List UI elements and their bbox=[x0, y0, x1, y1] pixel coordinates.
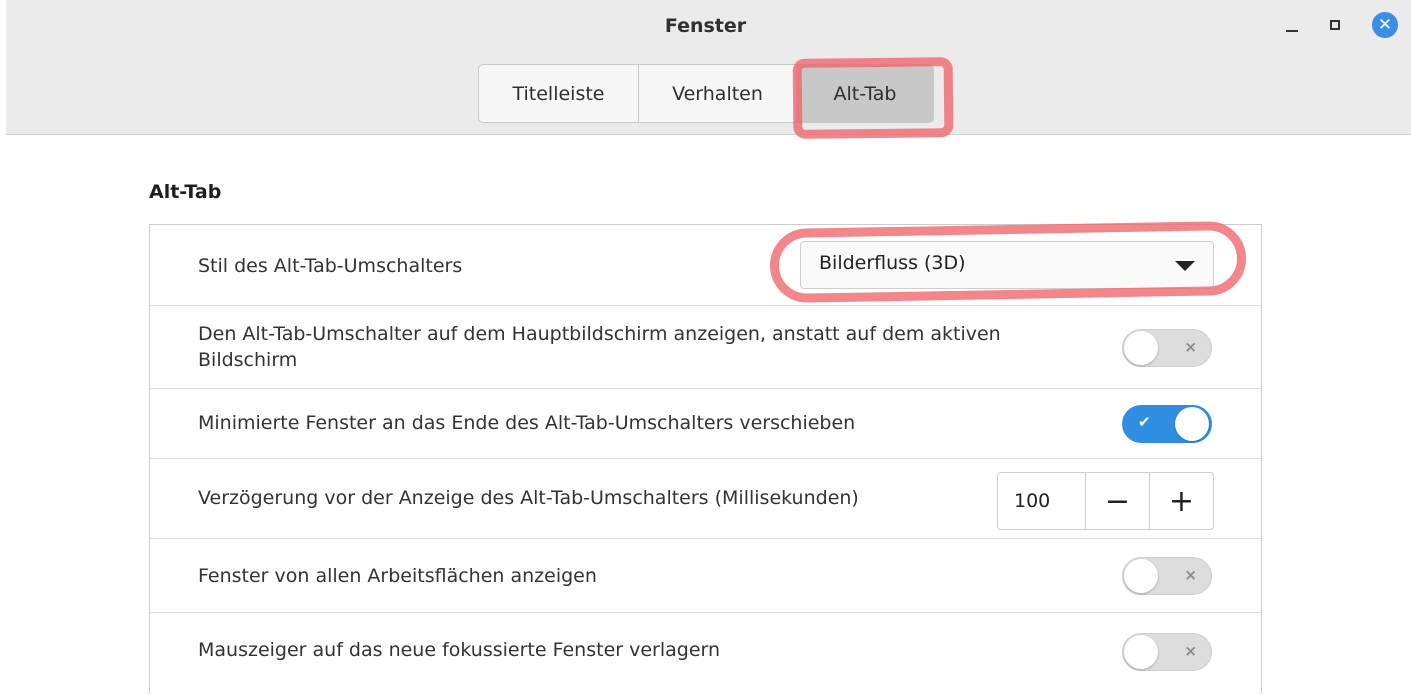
switcher-style-dropdown[interactable]: Bilderfluss (3D) bbox=[800, 241, 1214, 289]
setting-label: Minimierte Fenster an das Ende des Alt-T… bbox=[198, 412, 856, 434]
setting-label: Stil des Alt-Tab-Umschalters bbox=[198, 255, 463, 277]
minimize-button[interactable] bbox=[1277, 10, 1307, 40]
increment-button[interactable]: + bbox=[1149, 473, 1213, 529]
toggle-knob bbox=[1124, 559, 1158, 593]
decrement-button[interactable]: − bbox=[1086, 473, 1149, 529]
toggle-off-icon: × bbox=[1184, 566, 1197, 584]
toggle-knob bbox=[1124, 331, 1158, 365]
window-title: Fenster bbox=[664, 15, 747, 37]
dropdown-value: Bilderfluss (3D) bbox=[819, 252, 966, 274]
toggle-off-icon: × bbox=[1184, 338, 1197, 356]
tab-switcher: Titelleiste Verhalten Alt-Tab bbox=[478, 64, 934, 123]
setting-label: Mauszeiger auf das neue fokussierte Fens… bbox=[198, 639, 721, 661]
setting-row-switcher-style: Stil des Alt-Tab-Umschalters Bilderfluss… bbox=[150, 220, 1261, 305]
tab-verhalten[interactable]: Verhalten bbox=[638, 65, 796, 122]
settings-list: Stil des Alt-Tab-Umschalters Bilderfluss… bbox=[149, 220, 1262, 695]
toggle-knob bbox=[1175, 407, 1209, 441]
setting-row-minimized-last: Minimierte Fenster an das Ende des Alt-T… bbox=[150, 388, 1261, 458]
maximize-icon bbox=[1330, 20, 1340, 30]
page-edge bbox=[0, 0, 6, 680]
minimized-last-toggle[interactable]: ✔ bbox=[1122, 405, 1212, 443]
setting-row-all-workspaces: Fenster von allen Arbeitsflächen anzeige… bbox=[150, 538, 1261, 612]
delay-spinbutton: 100 − + bbox=[997, 472, 1214, 530]
minimize-icon bbox=[1286, 30, 1298, 32]
caret-down-icon bbox=[1175, 261, 1195, 271]
checkmark-icon: ✔ bbox=[1138, 413, 1151, 431]
headerbar: Fenster ✕ Titelleiste Verhalten Alt-Tab bbox=[0, 0, 1411, 135]
tab-titelleiste[interactable]: Titelleiste bbox=[479, 65, 638, 122]
section-heading: Alt-Tab bbox=[149, 181, 222, 203]
setting-row-delay: Verzögerung vor der Anzeige des Alt-Tab-… bbox=[150, 458, 1261, 538]
toggle-knob bbox=[1124, 635, 1158, 669]
warp-pointer-toggle[interactable]: × bbox=[1122, 633, 1212, 671]
toggle-off-icon: × bbox=[1184, 642, 1197, 660]
delay-input[interactable]: 100 bbox=[998, 473, 1086, 529]
maximize-button[interactable] bbox=[1320, 10, 1350, 40]
all-workspaces-toggle[interactable]: × bbox=[1122, 557, 1212, 595]
close-button[interactable]: ✕ bbox=[1370, 10, 1400, 40]
tab-alt-tab[interactable]: Alt-Tab bbox=[796, 65, 933, 122]
setting-row-primary-monitor: Den Alt-Tab-Umschalter auf dem Hauptbild… bbox=[150, 305, 1261, 388]
setting-label: Verzögerung vor der Anzeige des Alt-Tab-… bbox=[198, 487, 859, 509]
setting-label: Fenster von allen Arbeitsflächen anzeige… bbox=[198, 565, 597, 587]
setting-row-warp-pointer: Mauszeiger auf das neue fokussierte Fens… bbox=[150, 612, 1261, 695]
close-icon: ✕ bbox=[1372, 12, 1398, 38]
primary-monitor-toggle[interactable]: × bbox=[1122, 329, 1212, 367]
setting-label: Den Alt-Tab-Umschalter auf dem Hauptbild… bbox=[198, 323, 1001, 371]
